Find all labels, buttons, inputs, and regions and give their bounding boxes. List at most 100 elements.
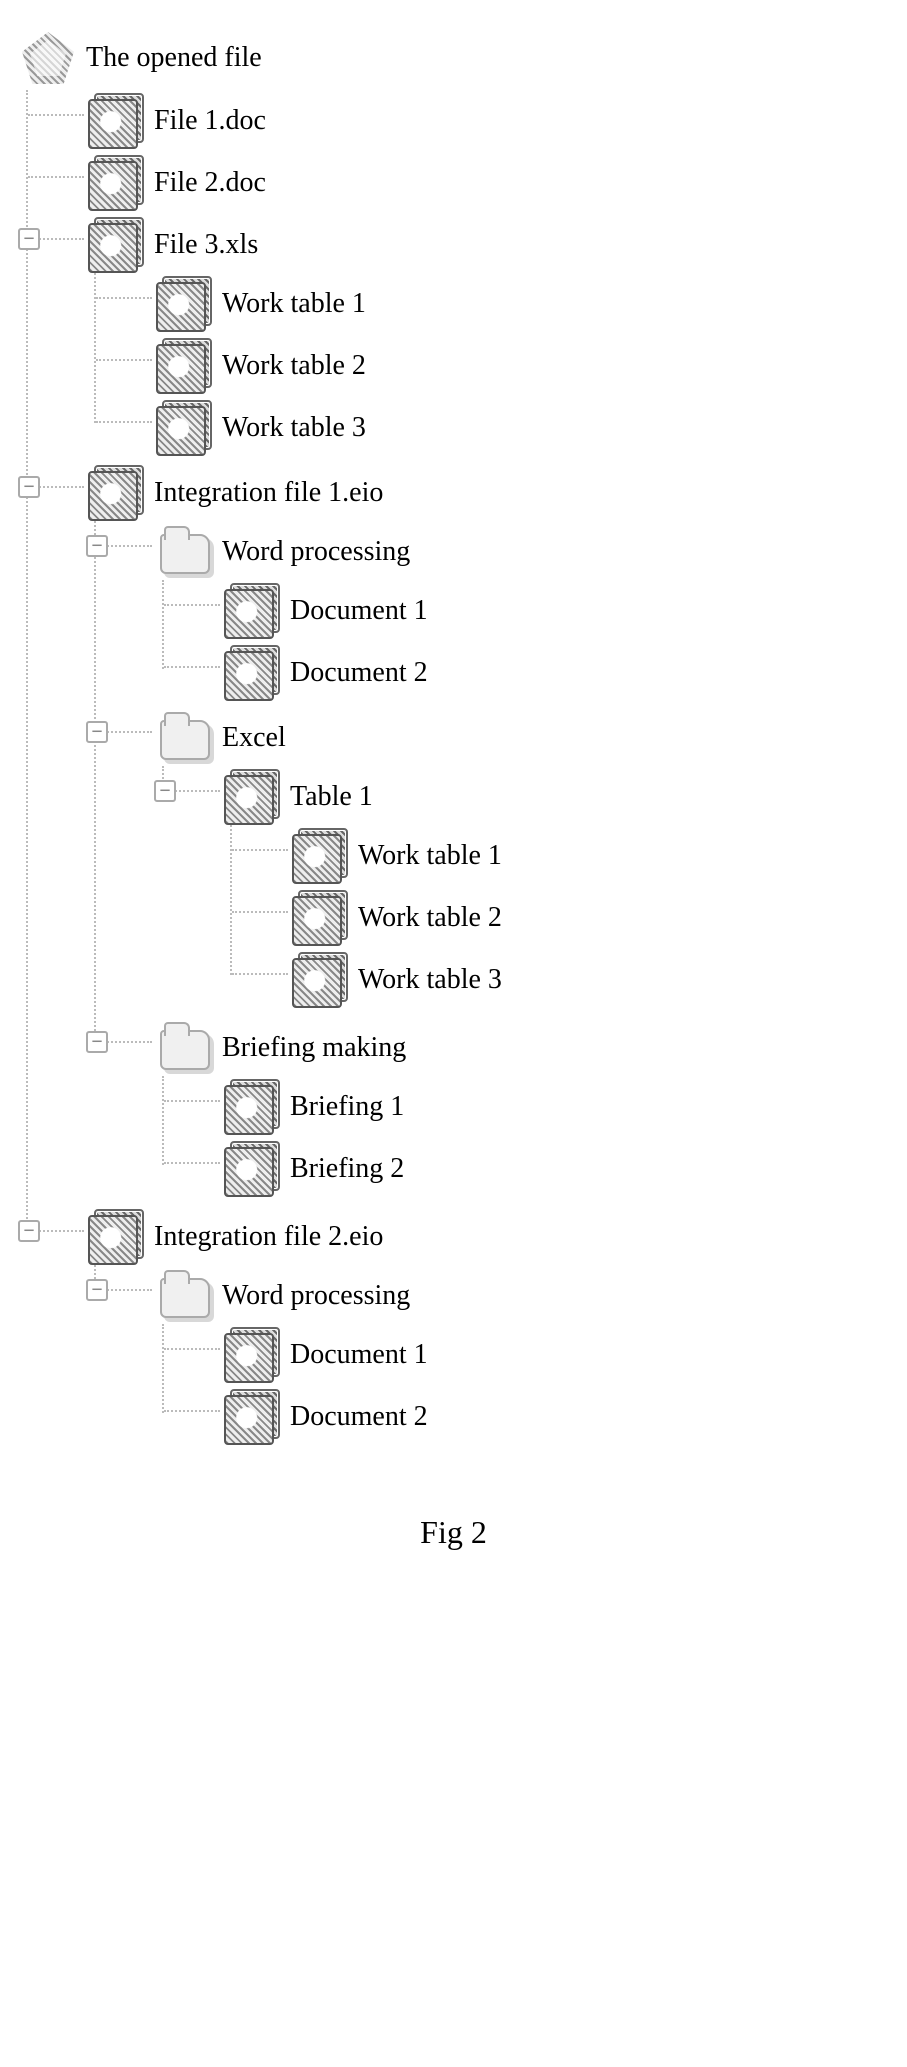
- tree-children: Work table 1 Work table 2 Work table 3: [94, 273, 887, 459]
- tree-item[interactable]: File 3.xls: [88, 217, 887, 273]
- box-icon: [88, 155, 144, 211]
- tree-item[interactable]: Briefing 2: [224, 1141, 887, 1197]
- tree-root[interactable]: The opened file: [20, 30, 887, 86]
- tree-node: Briefing 2: [224, 1138, 887, 1200]
- file-tree: The opened file File 1.doc File 2.doc − Fil…: [20, 30, 887, 1454]
- tree-node: Work table 2: [292, 887, 887, 949]
- tree-node: −File 3.xlsWork table 1Work table 2Work …: [88, 214, 887, 462]
- tree-item-label: Work table 3: [222, 412, 366, 444]
- tree-node: Work table 3: [292, 949, 887, 1011]
- tree-item[interactable]: Document 1: [224, 1327, 887, 1383]
- tree-item-label: Work table 3: [358, 964, 502, 996]
- tree-item[interactable]: File 1.doc: [88, 93, 887, 149]
- box-icon: [88, 1209, 144, 1265]
- tree-item-label: Integration file 1.eio: [154, 477, 383, 509]
- tree-children: Work table 1 Work table 2 Work table 3: [230, 825, 887, 1011]
- tree-item-label: Briefing making: [222, 1032, 406, 1064]
- tree-connector: [96, 297, 152, 299]
- tree-item[interactable]: Work table 3: [292, 952, 887, 1008]
- root-icon: [20, 30, 76, 86]
- tree-node: Document 2: [224, 1386, 887, 1448]
- tree-children: −Word processingDocument 1Document 2−Exc…: [94, 521, 887, 1203]
- box-icon: [156, 338, 212, 394]
- tree-connector: [164, 666, 220, 668]
- tree-item[interactable]: Table 1: [224, 769, 887, 825]
- tree-children: Document 1 Document 2: [162, 580, 887, 704]
- tree-node: −Word processingDocument 1Document 2: [156, 1265, 887, 1451]
- box-icon: [224, 1079, 280, 1135]
- tree-item-label: Briefing 2: [290, 1153, 404, 1185]
- tree-item[interactable]: Work table 1: [292, 828, 887, 884]
- tree-item[interactable]: Document 1: [224, 583, 887, 639]
- tree-node: Briefing 1: [224, 1076, 887, 1138]
- expander-button[interactable]: −: [86, 535, 108, 557]
- tree-item-label: Word processing: [222, 536, 410, 568]
- tree-node: Work table 2: [156, 335, 887, 397]
- tree-item-label: Document 2: [290, 1401, 428, 1433]
- box-icon: [292, 952, 348, 1008]
- tree-node: −Excel−Table 1Work table 1Work table 2Wo…: [156, 707, 887, 1017]
- tree-connector: [96, 359, 152, 361]
- expander-button[interactable]: −: [86, 1279, 108, 1301]
- tree-item[interactable]: Word processing: [156, 524, 887, 580]
- tree-item-label: File 3.xls: [154, 229, 258, 261]
- tree-connector: [232, 911, 288, 913]
- figure-caption: Fig 2: [20, 1514, 887, 1551]
- box-icon: [224, 645, 280, 701]
- tree-connector: [164, 1100, 220, 1102]
- box-icon: [88, 93, 144, 149]
- tree-item[interactable]: Excel: [156, 710, 887, 766]
- tree-connector: [164, 1162, 220, 1164]
- tree-item-label: Work table 1: [222, 288, 366, 320]
- expander-button[interactable]: −: [18, 476, 40, 498]
- tree-connector: [28, 114, 84, 116]
- tree-item[interactable]: Work table 2: [292, 890, 887, 946]
- tree-node: File 1.doc: [88, 90, 887, 152]
- tree-connector: [164, 604, 220, 606]
- tree-item[interactable]: File 2.doc: [88, 155, 887, 211]
- tree-node: −Integration file 2.eio−Word processingD…: [88, 1206, 887, 1454]
- box-icon: [224, 1327, 280, 1383]
- tree-item[interactable]: Integration file 1.eio: [88, 465, 887, 521]
- tree-connector: [232, 973, 288, 975]
- tree-children: −Word processingDocument 1Document 2: [94, 1265, 887, 1451]
- tree-item-label: Work table 2: [358, 902, 502, 934]
- tree-node: −Word processingDocument 1Document 2: [156, 521, 887, 707]
- tree-connector: [28, 176, 84, 178]
- box-icon: [224, 769, 280, 825]
- tree-item-label: Briefing 1: [290, 1091, 404, 1123]
- tree-node: Work table 3: [156, 397, 887, 459]
- box-icon: [156, 400, 212, 456]
- tree-item[interactable]: Briefing making: [156, 1020, 887, 1076]
- tree-item-label: Work table 1: [358, 840, 502, 872]
- expander-button[interactable]: −: [86, 1031, 108, 1053]
- box-icon: [224, 1389, 280, 1445]
- tree-item-label: Excel: [222, 722, 286, 754]
- box-icon: [88, 217, 144, 273]
- expander-button[interactable]: −: [86, 721, 108, 743]
- tree-item[interactable]: Integration file 2.eio: [88, 1209, 887, 1265]
- tree-node: Document 1: [224, 580, 887, 642]
- tree-item[interactable]: Work table 2: [156, 338, 887, 394]
- box-icon: [292, 890, 348, 946]
- tree-item[interactable]: Document 2: [224, 645, 887, 701]
- tree-item[interactable]: Work table 1: [156, 276, 887, 332]
- expander-button[interactable]: −: [18, 228, 40, 250]
- tree-node: Work table 1: [292, 825, 887, 887]
- expander-button[interactable]: −: [154, 780, 176, 802]
- tree-connector: [96, 421, 152, 423]
- tree-item[interactable]: Work table 3: [156, 400, 887, 456]
- tree-children: Document 1 Document 2: [162, 1324, 887, 1448]
- tree-connector: [232, 849, 288, 851]
- tree-node: Work table 1: [156, 273, 887, 335]
- root-label: The opened file: [86, 42, 262, 74]
- expander-button[interactable]: −: [18, 1220, 40, 1242]
- folder-icon: [156, 710, 212, 766]
- box-icon: [88, 465, 144, 521]
- tree-item[interactable]: Document 2: [224, 1389, 887, 1445]
- tree-node: − Integration file 1.eio − Word processing D…: [88, 462, 887, 1206]
- tree-children: −Table 1Work table 1Work table 2Work tab…: [162, 766, 887, 1014]
- tree-item[interactable]: Briefing 1: [224, 1079, 887, 1135]
- box-icon: [224, 1141, 280, 1197]
- tree-item[interactable]: Word processing: [156, 1268, 887, 1324]
